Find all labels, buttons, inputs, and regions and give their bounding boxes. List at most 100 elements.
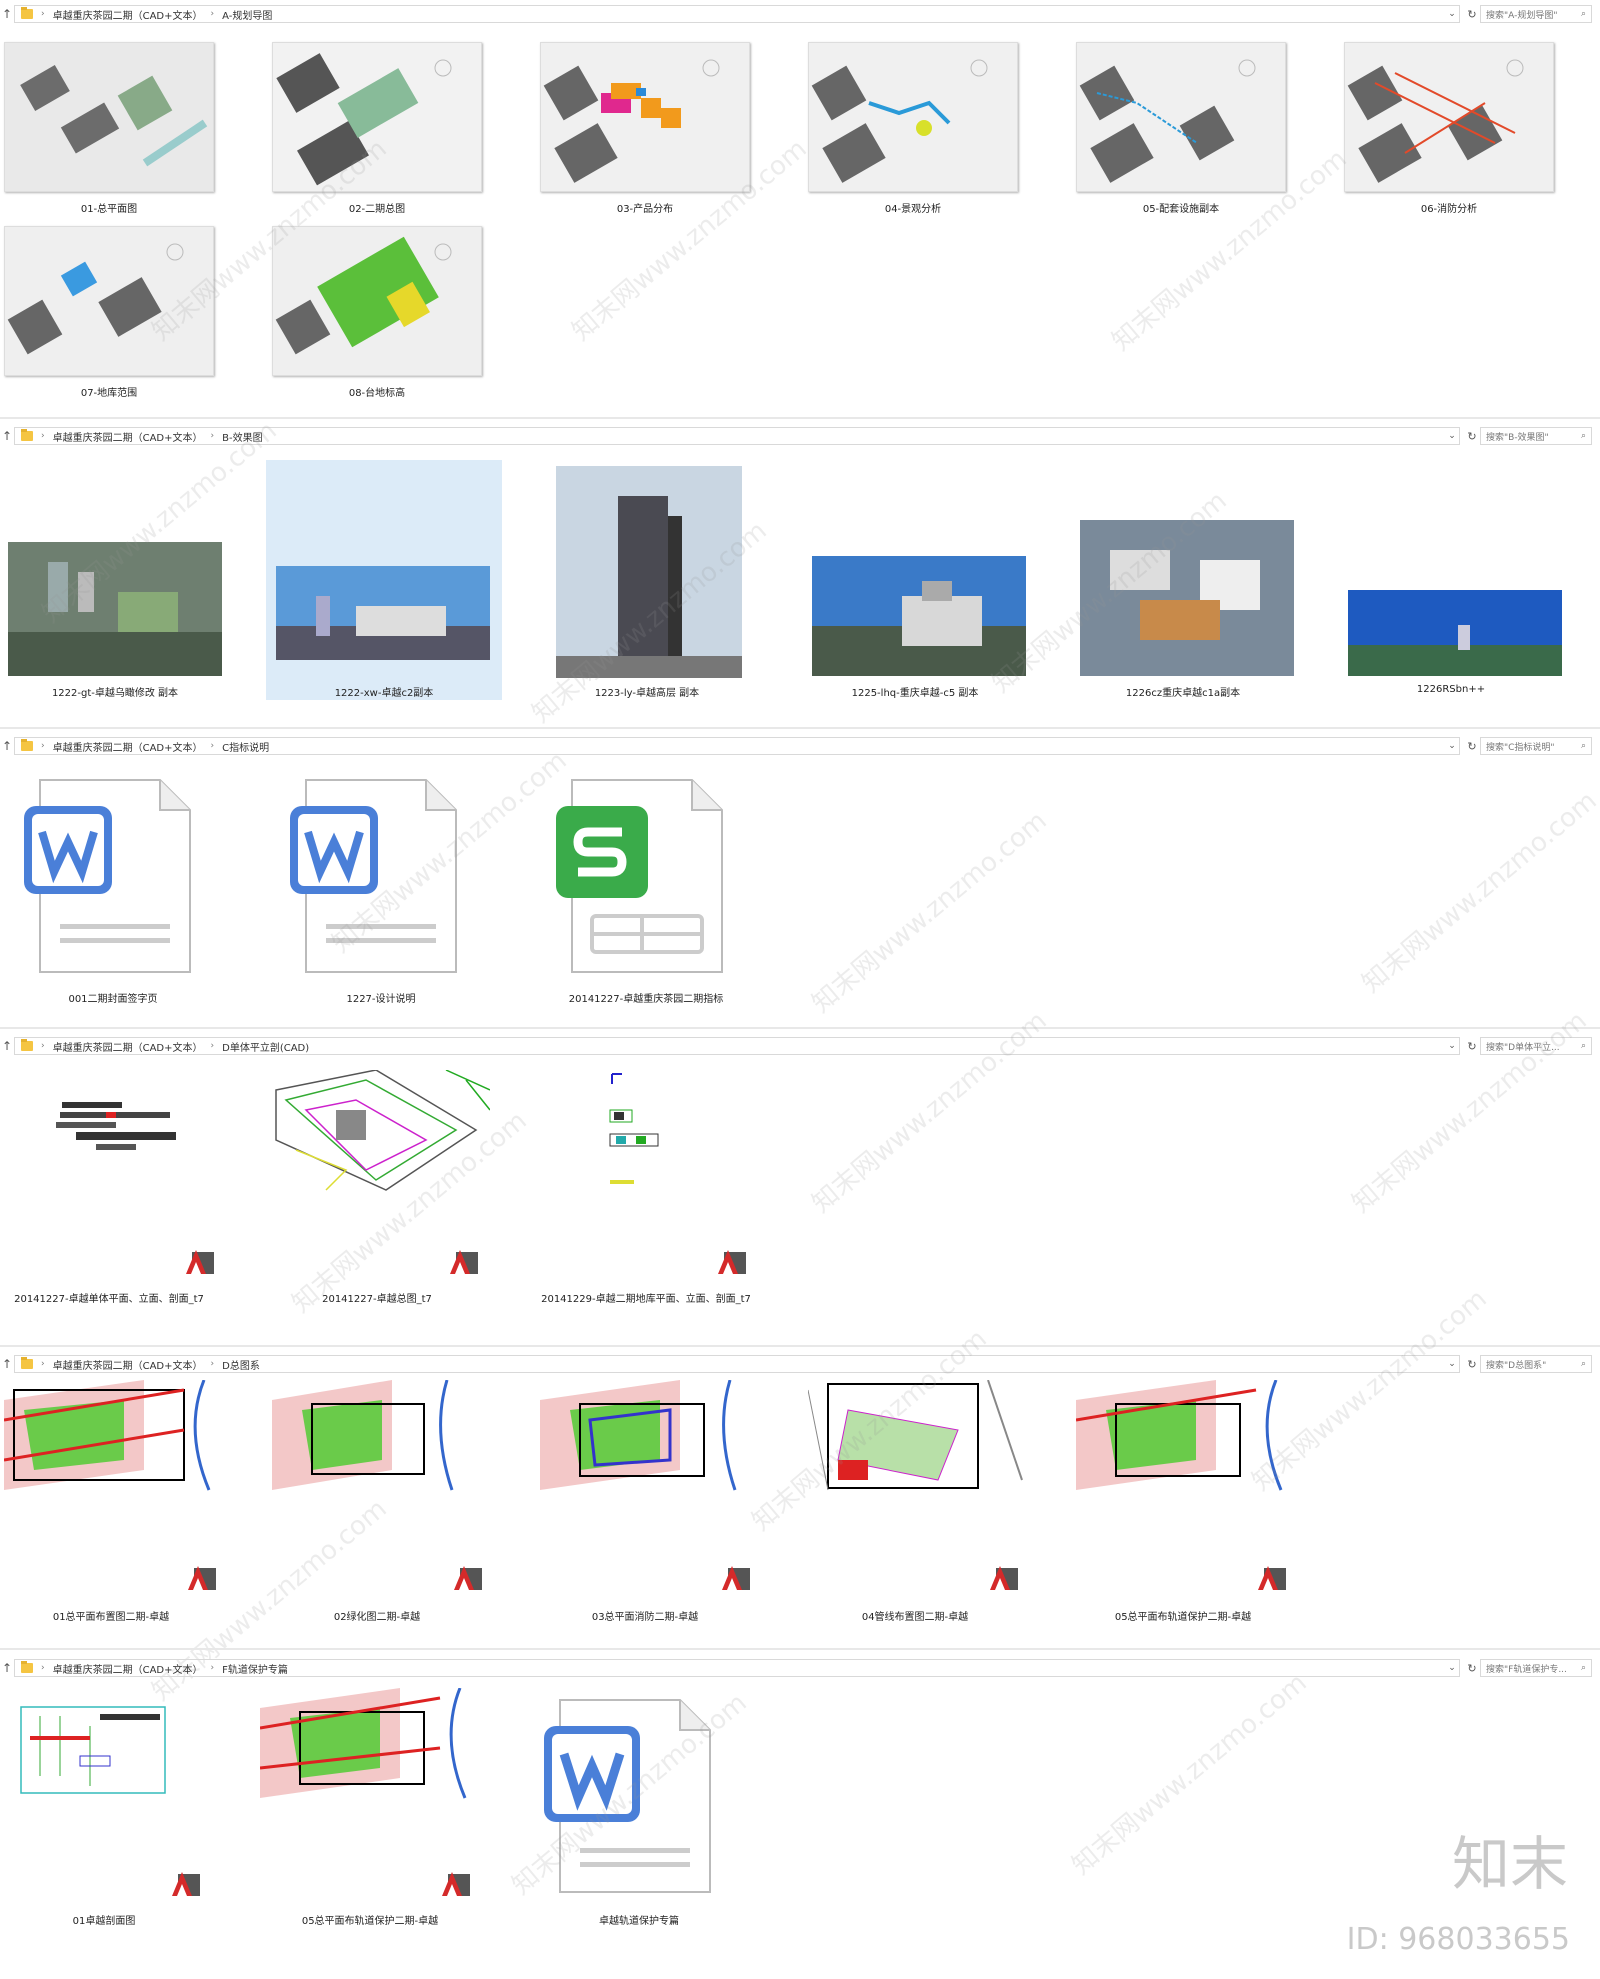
breadcrumb-folder[interactable]: B-效果图 xyxy=(222,429,262,444)
chevron-down-icon[interactable]: ⌄ xyxy=(1445,431,1459,441)
chevron-down-icon[interactable]: ⌄ xyxy=(1445,9,1459,19)
watermark: 知末网www.znzmo.com xyxy=(1356,785,1600,1000)
file-name[interactable]: 04-景观分析 xyxy=(808,200,1018,215)
rendering-thumbnail[interactable] xyxy=(276,566,490,660)
refresh-icon[interactable]: ↻ xyxy=(1464,1040,1480,1053)
breadcrumb-root[interactable]: 卓越重庆茶园二期（CAD+文本） xyxy=(53,7,203,22)
breadcrumb-root[interactable]: 卓越重庆茶园二期（CAD+文本） xyxy=(53,429,203,444)
refresh-icon[interactable]: ↻ xyxy=(1464,1662,1480,1675)
path-box[interactable]: › 卓越重庆茶园二期（CAD+文本） › D总图系 ⌄ xyxy=(14,1355,1460,1373)
file-name[interactable]: 05-配套设施副本 xyxy=(1076,200,1286,215)
file-name[interactable]: 03总平面消防二期-卓越 xyxy=(540,1608,750,1623)
breadcrumb-folder[interactable]: D总图系 xyxy=(222,1357,260,1372)
arrow-up-icon[interactable]: ↑ xyxy=(0,429,14,443)
file-name[interactable]: 1225-lhq-重庆卓越-c5 副本 xyxy=(808,684,1022,699)
map-thumbnail[interactable] xyxy=(1076,42,1286,192)
cad-thumbnail[interactable] xyxy=(20,1706,166,1794)
file-name[interactable]: 03-产品分布 xyxy=(540,200,750,215)
rendering-thumbnail[interactable] xyxy=(1080,520,1294,676)
refresh-icon[interactable]: ↻ xyxy=(1464,430,1480,443)
rendering-thumbnail[interactable] xyxy=(812,556,1026,676)
file-name[interactable]: 01-总平面图 xyxy=(4,200,214,215)
cad-thumbnail[interactable] xyxy=(266,1070,490,1200)
cad-thumbnail[interactable] xyxy=(260,1688,474,1800)
file-name[interactable]: 02-二期总图 xyxy=(272,200,482,215)
map-thumbnail[interactable] xyxy=(272,42,482,192)
rendering-thumbnail[interactable] xyxy=(1348,590,1562,676)
word-document-icon[interactable] xyxy=(20,776,200,986)
file-name[interactable]: 1226cz重庆卓越c1a副本 xyxy=(1076,684,1290,699)
search-input[interactable]: 搜索"B-效果图" ⌕ xyxy=(1480,427,1592,445)
path-box[interactable]: › 卓越重庆茶园二期（CAD+文本） › F轨道保护专篇 ⌄ xyxy=(14,1659,1460,1677)
arrow-up-icon[interactable]: ↑ xyxy=(0,1039,14,1053)
file-name[interactable]: 001二期封面签字页 xyxy=(8,990,218,1005)
map-thumbnail[interactable] xyxy=(540,42,750,192)
breadcrumb-folder[interactable]: D单体平立剖(CAD) xyxy=(222,1039,309,1054)
cad-thumbnail[interactable] xyxy=(56,1098,186,1154)
breadcrumb-folder[interactable]: C指标说明 xyxy=(222,739,269,754)
map-thumbnail[interactable] xyxy=(808,42,1018,192)
file-name[interactable]: 1223-ly-卓越高层 副本 xyxy=(540,684,754,699)
chevron-down-icon[interactable]: ⌄ xyxy=(1445,741,1459,751)
search-input[interactable]: 搜索"A-规划导图" ⌕ xyxy=(1480,5,1592,23)
file-name[interactable]: 1226RSbn++ xyxy=(1344,684,1558,695)
rendering-thumbnail[interactable] xyxy=(8,542,222,676)
autocad-file-icon xyxy=(718,1250,746,1274)
search-input[interactable]: 搜索"D总图系" ⌕ xyxy=(1480,1355,1592,1373)
file-name[interactable]: 20141229-卓越二期地库平面、立面、剖面_t7 xyxy=(524,1290,768,1305)
cad-thumbnail[interactable] xyxy=(540,1380,740,1492)
map-thumbnail[interactable] xyxy=(4,42,214,192)
refresh-icon[interactable]: ↻ xyxy=(1464,1358,1480,1371)
file-name[interactable]: 05总平面布轨道保护二期-卓越 xyxy=(250,1912,490,1927)
path-box[interactable]: › 卓越重庆茶园二期（CAD+文本） › D单体平立剖(CAD) ⌄ xyxy=(14,1037,1460,1055)
path-box[interactable]: › 卓越重庆茶园二期（CAD+文本） › B-效果图 ⌄ xyxy=(14,427,1460,445)
breadcrumb-root[interactable]: 卓越重庆茶园二期（CAD+文本） xyxy=(53,739,203,754)
file-name[interactable]: 卓越轨道保护专篇 xyxy=(524,1912,754,1927)
search-input[interactable]: 搜索"C指标说明" ⌕ xyxy=(1480,737,1592,755)
breadcrumb-root[interactable]: 卓越重庆茶园二期（CAD+文本） xyxy=(53,1357,203,1372)
rendering-thumbnail[interactable] xyxy=(556,466,742,678)
file-name[interactable]: 07-地库范围 xyxy=(4,384,214,399)
file-name[interactable]: 1222-xw-卓越c2副本 xyxy=(266,684,502,699)
file-name[interactable]: 1227-设计说明 xyxy=(276,990,486,1005)
arrow-up-icon[interactable]: ↑ xyxy=(0,1661,14,1675)
cad-thumbnail[interactable] xyxy=(606,1070,666,1190)
chevron-down-icon[interactable]: ⌄ xyxy=(1445,1663,1459,1673)
cad-thumbnail[interactable] xyxy=(1076,1380,1290,1492)
breadcrumb-folder[interactable]: F轨道保护专篇 xyxy=(222,1661,288,1676)
file-name[interactable]: 1222-gt-卓越乌瞰修改 副本 xyxy=(8,684,222,699)
spreadsheet-document-icon[interactable] xyxy=(552,776,732,986)
search-input[interactable]: 搜索"F轨道保护专... ⌕ xyxy=(1480,1659,1592,1677)
cad-thumbnail[interactable] xyxy=(4,1380,218,1492)
breadcrumb-root[interactable]: 卓越重庆茶园二期（CAD+文本） xyxy=(53,1039,203,1054)
word-document-icon[interactable] xyxy=(540,1696,720,1906)
file-name[interactable]: 06-消防分析 xyxy=(1344,200,1554,215)
path-box[interactable]: › 卓越重庆茶园二期（CAD+文本） › C指标说明 ⌄ xyxy=(14,737,1460,755)
cad-thumbnail[interactable] xyxy=(808,1380,1026,1492)
map-thumbnail[interactable] xyxy=(1344,42,1554,192)
chevron-down-icon[interactable]: ⌄ xyxy=(1445,1041,1459,1051)
breadcrumb-folder[interactable]: A-规划导图 xyxy=(222,7,272,22)
path-box[interactable]: › 卓越重庆茶园二期（CAD+文本） › A-规划导图 ⌄ xyxy=(14,5,1460,23)
search-input[interactable]: 搜索"D单体平立... ⌕ xyxy=(1480,1037,1592,1055)
file-name[interactable]: 01卓越剖面图 xyxy=(4,1912,204,1927)
map-thumbnail[interactable] xyxy=(272,226,482,376)
word-document-icon[interactable] xyxy=(286,776,466,986)
file-name[interactable]: 01总平面布置图二期-卓越 xyxy=(4,1608,218,1623)
arrow-up-icon[interactable]: ↑ xyxy=(0,1357,14,1371)
file-name[interactable]: 20141227-卓越单体平面、立面、剖面_t7 xyxy=(4,1290,214,1305)
file-name[interactable]: 02绿化图二期-卓越 xyxy=(272,1608,482,1623)
file-name[interactable]: 08-台地标高 xyxy=(272,384,482,399)
file-name[interactable]: 20141227-卓越重庆茶园二期指标 xyxy=(526,990,766,1005)
file-name[interactable]: 04管线布置图二期-卓越 xyxy=(808,1608,1022,1623)
file-name[interactable]: 05总平面布轨道保护二期-卓越 xyxy=(1060,1608,1306,1623)
file-name[interactable]: 20141227-卓越总图_t7 xyxy=(272,1290,482,1305)
map-thumbnail[interactable] xyxy=(4,226,214,376)
cad-thumbnail[interactable] xyxy=(272,1380,462,1492)
breadcrumb-root[interactable]: 卓越重庆茶园二期（CAD+文本） xyxy=(53,1661,203,1676)
arrow-up-icon[interactable]: ↑ xyxy=(0,739,14,753)
refresh-icon[interactable]: ↻ xyxy=(1464,740,1480,753)
refresh-icon[interactable]: ↻ xyxy=(1464,8,1480,21)
arrow-up-icon[interactable]: ↑ xyxy=(0,7,14,21)
chevron-down-icon[interactable]: ⌄ xyxy=(1445,1359,1459,1369)
